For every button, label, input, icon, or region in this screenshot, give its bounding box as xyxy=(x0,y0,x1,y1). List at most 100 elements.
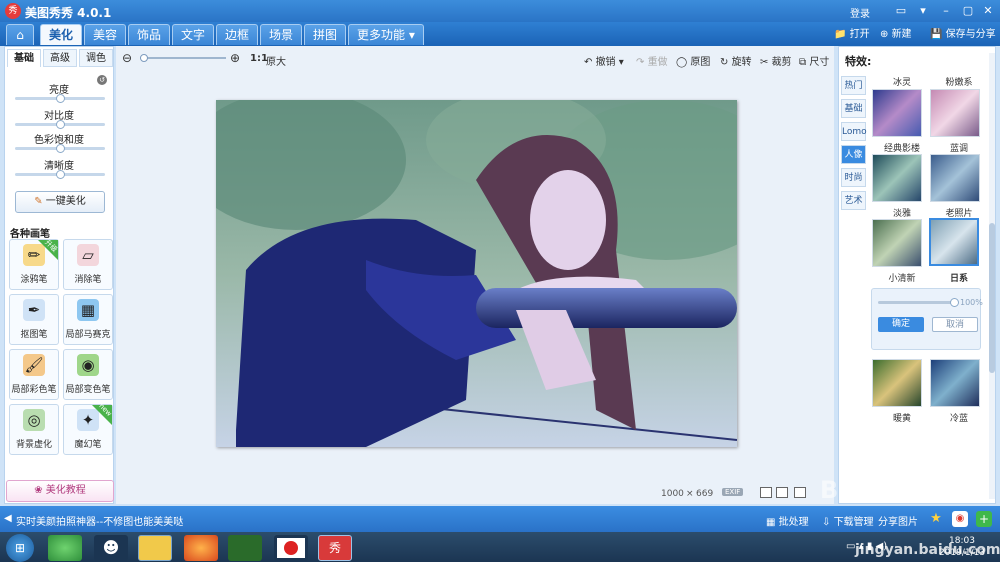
title-bar: 秀 美图秀秀 4.0.1 登录 ▭ ▾ – ▢ ✕ xyxy=(0,0,1000,22)
slider-knob[interactable] xyxy=(56,120,65,129)
open-button[interactable]: 📁 打开 xyxy=(834,25,870,40)
qq-icon[interactable]: ☻ xyxy=(94,535,128,561)
undo-button[interactable]: ↶ 撤销 ▾ xyxy=(584,53,624,68)
scrollbar-thumb[interactable] xyxy=(989,223,995,373)
effect-thumb-old-photo[interactable] xyxy=(929,218,979,266)
effects-panel: 特效: 热门 基础 Lomo 人像 时尚 艺术 冰灵 粉嫩系 经典影楼 蓝调 淡… xyxy=(838,46,996,504)
category-basic[interactable]: 基础 xyxy=(841,99,866,118)
plus-icon[interactable]: + xyxy=(976,511,992,527)
effect-thumb-pink[interactable] xyxy=(930,89,980,137)
tab-collage[interactable]: 拼图 xyxy=(304,24,347,45)
save-share-button[interactable]: 💾 保存与分享 xyxy=(930,25,996,40)
effect-label: 冷蓝 xyxy=(949,414,968,424)
contrast-slider[interactable] xyxy=(15,120,105,129)
category-lomo[interactable]: Lomo xyxy=(841,122,867,141)
effect-thumb-elegant[interactable] xyxy=(872,219,922,267)
brush-local-recolor[interactable]: ◉ 局部变色笔 xyxy=(63,349,113,400)
home-icon[interactable]: ⌂ xyxy=(6,24,34,45)
saturation-slider[interactable] xyxy=(15,144,105,153)
exif-badge[interactable]: EXIF xyxy=(722,488,744,496)
fit-view-icon[interactable] xyxy=(794,487,806,498)
effect-thumb-cool-blue[interactable] xyxy=(930,359,980,407)
rotate-button[interactable]: ↻ 旋转 xyxy=(720,53,752,68)
effects-scrollbar[interactable] xyxy=(989,53,995,499)
brightness-slider[interactable] xyxy=(15,94,105,103)
zoom-knob[interactable] xyxy=(140,54,148,62)
close-icon[interactable]: ✕ xyxy=(980,3,996,19)
effect-label: 粉嫩系 xyxy=(945,78,973,88)
start-icon[interactable]: ⊞ xyxy=(6,534,34,562)
view-mode-icon[interactable] xyxy=(760,487,772,498)
brush-background-blur[interactable]: ◎ 背景虚化 xyxy=(9,404,59,455)
subtab-advanced[interactable]: 高级 xyxy=(43,49,77,67)
category-fashion[interactable]: 时尚 xyxy=(841,168,866,187)
subtab-basic[interactable]: 基础 xyxy=(7,49,41,67)
effect-thumb-warm-yellow[interactable] xyxy=(872,359,922,407)
batch-button[interactable]: ▦ 批处理 xyxy=(766,513,809,528)
redo-button[interactable]: ↷ 重做 xyxy=(636,53,668,68)
tab-beauty[interactable]: 美容 xyxy=(84,24,127,45)
category-portrait[interactable]: 人像 xyxy=(841,145,866,164)
tab-beautify[interactable]: 美化 xyxy=(40,24,83,45)
cancel-button[interactable]: 取消 xyxy=(932,317,978,332)
category-hot[interactable]: 热门 xyxy=(841,76,866,95)
slider-knob[interactable] xyxy=(56,170,65,179)
brush-local-color[interactable]: 🖌 局部彩色笔 xyxy=(9,349,59,400)
brush-label: 局部马赛克 xyxy=(65,330,111,340)
weibo-icon[interactable]: ◉ xyxy=(952,511,968,527)
brush-doodle[interactable]: ✏ 涂鸦笔 升级 xyxy=(9,238,59,290)
confirm-button[interactable]: 确定 xyxy=(878,317,924,332)
brush-cutout[interactable]: ✒ 抠图笔 xyxy=(9,294,59,345)
intensity-knob[interactable] xyxy=(950,298,959,307)
category-art[interactable]: 艺术 xyxy=(841,191,866,210)
new-button[interactable]: ⊕ 新建 xyxy=(880,25,912,40)
intensity-slider[interactable] xyxy=(878,298,959,307)
edited-photo[interactable] xyxy=(216,100,737,447)
brush-mosaic[interactable]: ▦ 局部马赛克 xyxy=(63,294,113,345)
batch-label: 批处理 xyxy=(778,517,809,528)
share-image-button[interactable]: 分享图片 xyxy=(878,513,918,528)
record-icon[interactable] xyxy=(274,535,308,561)
meitu-taskbar-icon[interactable]: 秀 xyxy=(318,535,352,561)
slider-knob[interactable] xyxy=(56,144,65,153)
file-explorer-icon[interactable] xyxy=(138,535,172,561)
media-player-icon[interactable] xyxy=(228,535,262,561)
download-manager-button[interactable]: ⇩ 下载管理 xyxy=(822,513,874,528)
minimize-icon[interactable]: – xyxy=(938,3,954,19)
brush-label: 抠图笔 xyxy=(20,330,48,340)
original-label: 原图 xyxy=(690,57,711,68)
zoom-slider[interactable] xyxy=(140,54,226,62)
one-click-beautify-button[interactable]: ✎ 一键美化 xyxy=(15,191,105,213)
slider-knob[interactable] xyxy=(56,94,65,103)
crop-button[interactable]: ✂ 裁剪 xyxy=(760,53,792,68)
subtab-color[interactable]: 调色 xyxy=(79,49,113,67)
effect-thumb-blue-tone[interactable] xyxy=(930,154,980,202)
menu-icon[interactable]: ▾ xyxy=(915,3,931,19)
brush-eraser[interactable]: ▱ 消除笔 xyxy=(63,239,113,290)
blur-icon: ◎ xyxy=(23,409,45,431)
browser-360-icon[interactable] xyxy=(48,535,82,561)
tab-scene[interactable]: 场景 xyxy=(260,24,303,45)
original-button[interactable]: ◯ 原图 xyxy=(676,53,710,68)
tab-text[interactable]: 文字 xyxy=(172,24,215,45)
zoom-out-icon[interactable]: ⊖ xyxy=(122,51,132,65)
effect-thumb-studio[interactable] xyxy=(872,154,922,202)
tab-accessories[interactable]: 饰品 xyxy=(128,24,171,45)
login-link[interactable]: 登录 xyxy=(850,5,870,20)
effect-thumb-ice[interactable] xyxy=(872,89,922,137)
maximize-icon[interactable]: ▢ xyxy=(960,3,976,19)
zoom-in-icon[interactable]: ⊕ xyxy=(230,51,240,65)
status-message[interactable]: 实时美颜拍照神器--不修图也能美美哒 xyxy=(16,513,183,528)
brush-magic[interactable]: ✦ 魔幻笔 new xyxy=(63,402,113,455)
star-icon[interactable]: ★ xyxy=(928,511,944,527)
compare-icon[interactable] xyxy=(776,487,788,498)
message-icon[interactable]: ▭ xyxy=(893,3,909,19)
image-height: 669 xyxy=(696,489,714,499)
tutorial-button[interactable]: ❀ 美化教程 xyxy=(6,480,114,502)
zoom-original[interactable]: 原大 xyxy=(266,53,286,68)
tab-frame[interactable]: 边框 xyxy=(216,24,259,45)
firefox-icon[interactable] xyxy=(184,535,218,561)
tab-more-functions[interactable]: 更多功能 ▾ xyxy=(348,24,424,45)
size-button[interactable]: ⧉ 尺寸 xyxy=(799,53,829,68)
sharpness-slider[interactable] xyxy=(15,170,105,179)
